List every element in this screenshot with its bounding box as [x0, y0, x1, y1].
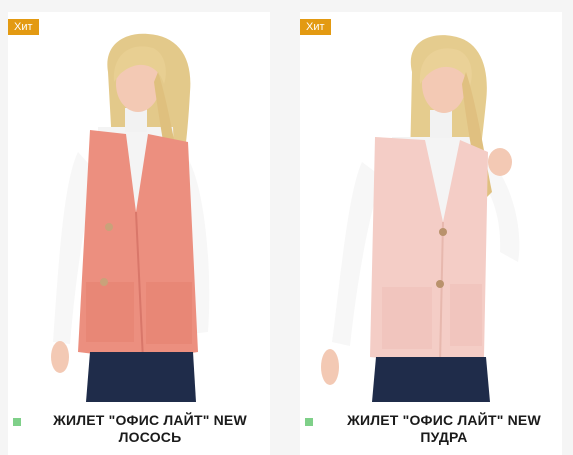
hit-badge: Хит — [8, 19, 39, 35]
product-title-line1[interactable]: ЖИЛЕТ "ОФИС ЛАЙТ" NEW — [324, 412, 564, 429]
product-grid: Хит ЖИЛЕТ "ОФИС ЛАЙТ" NEW ЛОСОСЬ Хит ЖИЛ… — [0, 0, 573, 455]
product-title-line1[interactable]: ЖИЛЕТ "ОФИС ЛАЙТ" NEW — [30, 412, 270, 429]
product-image[interactable] — [300, 12, 562, 402]
hit-badge: Хит — [300, 19, 331, 35]
product-title[interactable]: ЖИЛЕТ "ОФИС ЛАЙТ" NEW ЛОСОСЬ — [30, 412, 270, 446]
product-card[interactable]: Хит ЖИЛЕТ "ОФИС ЛАЙТ" NEW ПУДРА — [300, 12, 562, 455]
product-title-line2[interactable]: ПУДРА — [324, 429, 564, 446]
product-card[interactable]: Хит ЖИЛЕТ "ОФИС ЛАЙТ" NEW ЛОСОСЬ — [8, 12, 270, 455]
in-stock-indicator — [13, 418, 21, 426]
product-image[interactable] — [8, 12, 270, 402]
product-title-line2[interactable]: ЛОСОСЬ — [30, 429, 270, 446]
product-title[interactable]: ЖИЛЕТ "ОФИС ЛАЙТ" NEW ПУДРА — [324, 412, 564, 446]
in-stock-indicator — [305, 418, 313, 426]
